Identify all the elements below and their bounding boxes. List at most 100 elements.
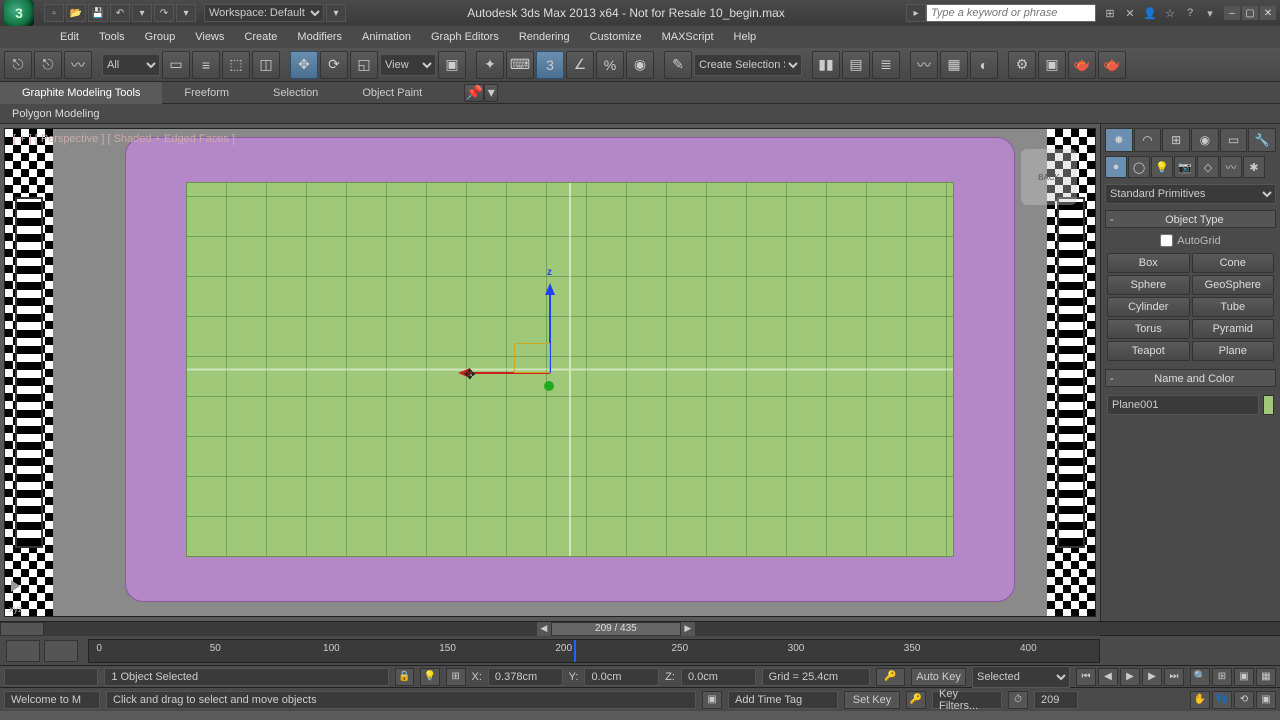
render-production-icon[interactable]: 🫖 [1068, 51, 1096, 79]
current-frame-marker[interactable] [574, 640, 576, 662]
ribbon-tab-object-paint[interactable]: Object Paint [340, 82, 444, 104]
manipulate-icon[interactable]: ✦ [476, 51, 504, 79]
utilities-tab-icon[interactable]: 🔧 [1248, 128, 1276, 152]
menu-tools[interactable]: Tools [89, 31, 135, 43]
align-icon[interactable]: ▤ [842, 51, 870, 79]
key-icon[interactable]: 🔑 [906, 691, 926, 709]
helpers-icon[interactable]: ◇ [1197, 156, 1219, 178]
object-color-swatch[interactable] [1263, 395, 1274, 415]
layers-icon[interactable]: ≣ [872, 51, 900, 79]
snaps-toggle-icon[interactable]: 3 [536, 51, 564, 79]
autogrid-checkbox[interactable] [1160, 234, 1173, 247]
spacewarps-icon[interactable]: 〰 [1220, 156, 1242, 178]
modify-tab-icon[interactable]: ◠ [1134, 128, 1162, 152]
use-pivot-icon[interactable]: ▣ [438, 51, 466, 79]
undo-icon[interactable]: ↶ [110, 4, 130, 22]
lock-icon[interactable]: 🔑 [876, 668, 905, 686]
prev-frame-icon[interactable]: ◀ [537, 622, 551, 636]
pan-icon[interactable]: ✋ [1190, 691, 1210, 709]
ribbon-panel-polygon-modeling[interactable]: Polygon Modeling [12, 108, 99, 120]
viewport-label[interactable]: [ + ] [ Perspective ] [ Shaded + Edged F… [13, 133, 235, 145]
help-drop-icon[interactable]: ▾ [1202, 5, 1218, 21]
named-selection-sets[interactable]: Create Selection Set [694, 54, 802, 76]
selection-lock-icon[interactable]: 🔒 [395, 668, 415, 686]
spinner-snap-icon[interactable]: ◉ [626, 51, 654, 79]
close-button[interactable]: ✕ [1260, 6, 1276, 20]
subscription-icon[interactable]: ⊞ [1102, 5, 1118, 21]
select-move-icon[interactable]: ✥ [290, 51, 318, 79]
menu-maxscript[interactable]: MAXScript [652, 31, 724, 43]
create-tab-icon[interactable]: ✸ [1105, 128, 1133, 152]
torus-button[interactable]: Torus [1107, 319, 1190, 339]
favorite-icon[interactable]: ☆ [1162, 5, 1178, 21]
workspace-menu-icon[interactable]: ▾ [326, 4, 346, 22]
new-icon[interactable]: ▫ [44, 4, 64, 22]
ribbon-pin-icon[interactable]: 📌 [464, 84, 484, 102]
isolate-icon[interactable]: 💡 [420, 668, 440, 686]
pyramid-button[interactable]: Pyramid [1192, 319, 1275, 339]
menu-views[interactable]: Views [185, 31, 234, 43]
ribbon-expand-icon[interactable]: ▾ [484, 84, 498, 102]
zoom-all-icon[interactable]: ⊞ [1212, 668, 1232, 686]
walk-icon[interactable]: 👣 [1212, 691, 1232, 709]
viewport-perspective[interactable]: [ + ] [ Perspective ] [ Shaded + Edged F… [4, 128, 1096, 617]
zoom-extents-icon[interactable]: ▣ [1234, 668, 1254, 686]
edit-selection-set-icon[interactable]: ✎ [664, 51, 692, 79]
script-listener[interactable] [4, 668, 98, 686]
time-tag-icon[interactable]: ▣ [702, 691, 722, 709]
geosphere-button[interactable]: GeoSphere [1192, 275, 1275, 295]
select-scale-icon[interactable]: ◱ [350, 51, 378, 79]
menu-rendering[interactable]: Rendering [509, 31, 580, 43]
time-slider-track[interactable]: ◀ 209 / 435 ▶ [44, 622, 1100, 636]
object-type-header[interactable]: -Object Type [1105, 210, 1276, 228]
prev-frame-btn-icon[interactable]: ◀ [1098, 668, 1118, 686]
save-icon[interactable]: 💾 [88, 4, 108, 22]
box-button[interactable]: Box [1107, 253, 1190, 273]
redo-icon[interactable]: ↷ [154, 4, 174, 22]
ribbon-tab-selection[interactable]: Selection [251, 82, 340, 104]
schematic-view-icon[interactable]: ▦ [940, 51, 968, 79]
menu-create[interactable]: Create [234, 31, 287, 43]
goto-start-icon[interactable]: ⏮ [1076, 668, 1096, 686]
zoom-icon[interactable]: 🔍 [1190, 668, 1210, 686]
select-link-icon[interactable]: ⎋ [4, 51, 32, 79]
hierarchy-tab-icon[interactable]: ⊞ [1162, 128, 1190, 152]
trackbar-ruler[interactable]: 0 50 100 150 200 250 300 350 400 [88, 639, 1100, 663]
abs-rel-icon[interactable]: ⊞ [446, 668, 466, 686]
viewcube[interactable]: BACK [1021, 149, 1077, 205]
menu-animation[interactable]: Animation [352, 31, 421, 43]
add-time-tag[interactable]: Add Time Tag [728, 691, 838, 709]
help-icon[interactable]: ? [1182, 5, 1198, 21]
primitive-category-select[interactable]: Standard Primitives [1105, 184, 1276, 204]
menu-graph-editors[interactable]: Graph Editors [421, 31, 509, 43]
cone-button[interactable]: Cone [1192, 253, 1275, 273]
render-setup-icon[interactable]: ⚙ [1008, 51, 1036, 79]
current-frame-input[interactable]: 209 [1034, 691, 1078, 709]
selection-filter[interactable]: All [102, 54, 160, 76]
sphere-button[interactable]: Sphere [1107, 275, 1190, 295]
mirror-icon[interactable]: ▮▮ [812, 51, 840, 79]
lights-icon[interactable]: 💡 [1151, 156, 1173, 178]
goto-end-icon[interactable]: ⏭ [1164, 668, 1184, 686]
bind-space-warp-icon[interactable]: 〰 [64, 51, 92, 79]
app-icon[interactable]: 3 [4, 0, 34, 26]
next-frame-icon[interactable]: ▶ [681, 622, 695, 636]
key-mode-select[interactable]: Selected [972, 666, 1070, 688]
undo-drop-icon[interactable]: ▾ [132, 4, 152, 22]
viewport-expand-icon[interactable] [11, 580, 20, 592]
max-viewport-icon[interactable]: ▣ [1256, 691, 1276, 709]
tube-button[interactable]: Tube [1192, 297, 1275, 317]
orbit-icon[interactable]: ⟲ [1234, 691, 1254, 709]
select-by-name-icon[interactable]: ≡ [192, 51, 220, 79]
y-coord-input[interactable]: 0.0cm [584, 668, 659, 686]
maximize-button[interactable]: ▢ [1242, 6, 1258, 20]
time-slider-handle[interactable]: 209 / 435 [551, 622, 681, 636]
search-input[interactable] [926, 4, 1096, 22]
select-region-icon[interactable]: ⬚ [222, 51, 250, 79]
ribbon-tab-graphite[interactable]: Graphite Modeling Tools [0, 82, 162, 104]
object-name-input[interactable] [1107, 395, 1259, 415]
timeslider-left[interactable] [0, 622, 44, 636]
set-key-button[interactable]: Set Key [844, 691, 900, 709]
render-icon[interactable]: 🫖 [1098, 51, 1126, 79]
key-filters-button[interactable]: Key Filters... [932, 691, 1002, 709]
